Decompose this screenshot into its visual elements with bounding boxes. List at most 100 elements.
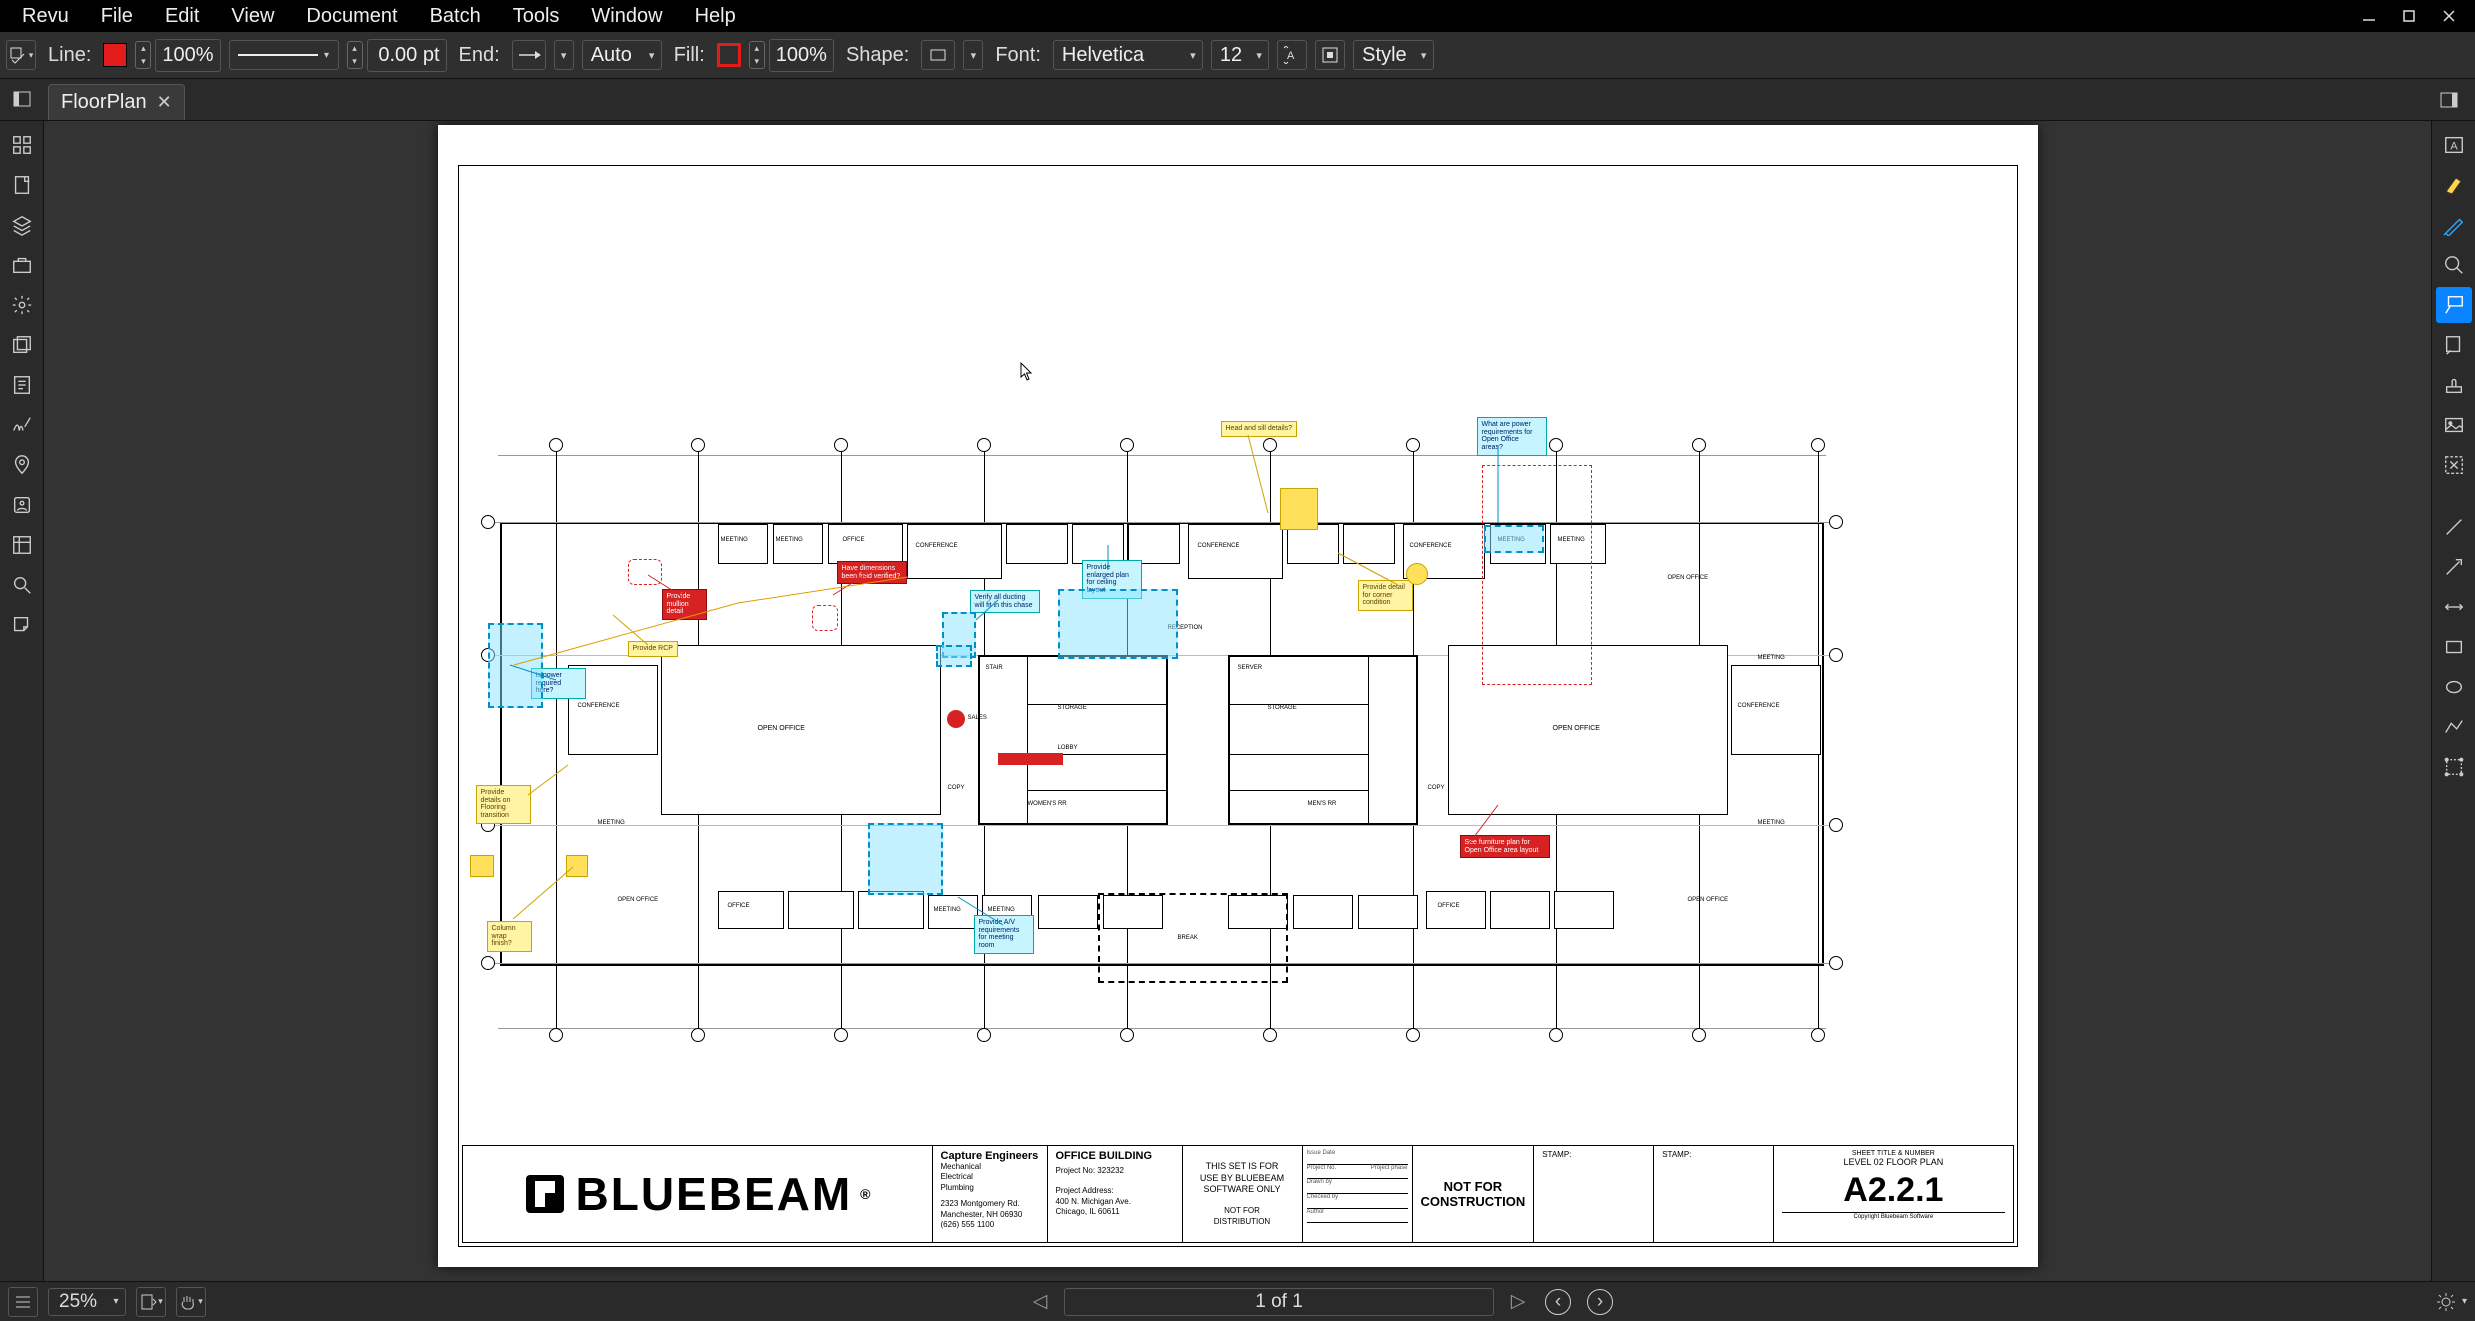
menu-batch[interactable]: Batch bbox=[414, 5, 497, 28]
places-icon[interactable] bbox=[4, 447, 40, 483]
pen-tool-icon[interactable] bbox=[2436, 207, 2472, 243]
shape-dropdown[interactable] bbox=[921, 40, 955, 70]
callout-flooring[interactable]: Provide details on Flooring transition bbox=[476, 785, 531, 824]
tab-close-icon[interactable]: ✕ bbox=[157, 92, 172, 113]
markup-red-cloud[interactable] bbox=[628, 559, 662, 585]
menu-help[interactable]: Help bbox=[679, 5, 752, 28]
forms-icon[interactable] bbox=[4, 367, 40, 403]
sets-icon[interactable] bbox=[4, 327, 40, 363]
document-tab[interactable]: FloorPlan ✕ bbox=[48, 84, 185, 120]
line-width-stepper[interactable]: ▴▾ 0.00 pt bbox=[347, 39, 447, 72]
arrow-tool-icon[interactable] bbox=[2436, 549, 2472, 585]
menu-view[interactable]: View bbox=[215, 5, 290, 28]
callout-power[interactable]: What are power requirements for Open Off… bbox=[1477, 417, 1547, 456]
markups-list-icon[interactable] bbox=[4, 607, 40, 643]
close-window-button[interactable] bbox=[2429, 0, 2469, 32]
fill-color-swatch[interactable] bbox=[717, 43, 741, 67]
callout-verify[interactable]: Verify all ducting will fit in this chas… bbox=[970, 590, 1040, 613]
layers-icon[interactable] bbox=[4, 207, 40, 243]
search-icon[interactable] bbox=[4, 567, 40, 603]
zoom-dropdown[interactable]: 25%▾ bbox=[48, 1288, 126, 1316]
markup-cyan-box[interactable] bbox=[1058, 589, 1178, 659]
stamp-tool-icon[interactable] bbox=[2436, 367, 2472, 403]
menu-document[interactable]: Document bbox=[290, 5, 413, 28]
text-align-button[interactable] bbox=[1315, 40, 1345, 70]
end-auto-dropdown[interactable]: Auto▾ bbox=[582, 40, 662, 70]
markup-yellow-box[interactable] bbox=[1280, 488, 1318, 530]
style-dropdown[interactable]: Style▾ bbox=[1353, 40, 1433, 70]
polygon-sketch-tool-icon[interactable] bbox=[2436, 749, 2472, 785]
font-name-dropdown[interactable]: Helvetica▾ bbox=[1053, 40, 1203, 70]
markup-red-dot[interactable] bbox=[947, 710, 965, 728]
menu-file[interactable]: File bbox=[85, 5, 149, 28]
left-panel-toggle[interactable] bbox=[0, 78, 44, 120]
first-page-button[interactable]: ◁ bbox=[1026, 1288, 1054, 1316]
callout-dims[interactable]: Have dimensions been field verified? bbox=[837, 561, 907, 584]
cloud-tool-icon[interactable] bbox=[2436, 247, 2472, 283]
markup-yellow-circle[interactable] bbox=[1406, 563, 1428, 585]
line-tool-icon[interactable] bbox=[2436, 509, 2472, 545]
prev-view-button[interactable]: ‹ bbox=[1545, 1289, 1571, 1315]
callout-mullion[interactable]: Provide mullion detail bbox=[662, 589, 707, 620]
callout-tool-icon[interactable] bbox=[2436, 287, 2472, 323]
menu-window[interactable]: Window bbox=[575, 5, 678, 28]
file-access-icon[interactable] bbox=[4, 167, 40, 203]
links-icon[interactable] bbox=[4, 527, 40, 563]
font-size-dropdown[interactable]: 12▾ bbox=[1211, 40, 1269, 70]
document-canvas[interactable]: MEETING MEETING OFFICE CONFERENCE CONFER… bbox=[44, 121, 2431, 1281]
markup-red-dashed[interactable] bbox=[1482, 465, 1592, 685]
shape-extra[interactable]: ▾ bbox=[963, 40, 983, 70]
menu-revu[interactable]: Revu bbox=[6, 5, 85, 28]
polyline-tool-icon[interactable] bbox=[2436, 709, 2472, 745]
markup-cyan-box[interactable] bbox=[868, 823, 943, 895]
line-color-swatch[interactable] bbox=[103, 43, 127, 67]
callout-furniture[interactable]: See furniture plan for Open Office area … bbox=[1460, 835, 1550, 858]
right-panel-toggle[interactable] bbox=[2427, 79, 2471, 121]
markup-cyan-box[interactable] bbox=[936, 645, 972, 667]
line-opacity-value[interactable]: 100% bbox=[155, 39, 220, 72]
signatures-icon[interactable] bbox=[4, 407, 40, 443]
menu-edit[interactable]: Edit bbox=[149, 5, 215, 28]
callout-corner[interactable]: Provide detail for corner condition bbox=[1358, 580, 1413, 611]
end-arrow-dropdown[interactable] bbox=[512, 40, 546, 70]
callout-column[interactable]: Column wrap finish? bbox=[487, 921, 532, 952]
rectangle-tool-icon[interactable] bbox=[2436, 629, 2472, 665]
studio-icon[interactable] bbox=[4, 487, 40, 523]
markup-cyan-box[interactable] bbox=[488, 623, 543, 708]
fit-page-button[interactable]: ▾ bbox=[136, 1287, 166, 1317]
line-style-dropdown[interactable]: ▾ bbox=[229, 40, 339, 70]
menu-tools[interactable]: Tools bbox=[497, 5, 576, 28]
dimension-tool-icon[interactable] bbox=[2436, 589, 2472, 625]
thumbnails-panel-icon[interactable] bbox=[4, 127, 40, 163]
bottom-panel-toggle[interactable] bbox=[8, 1287, 38, 1317]
ellipse-tool-icon[interactable] bbox=[2436, 669, 2472, 705]
next-view-button[interactable]: › bbox=[1587, 1289, 1613, 1315]
end-arrow-extra[interactable]: ▾ bbox=[554, 40, 574, 70]
page-indicator[interactable]: 1 of 1 bbox=[1064, 1288, 1494, 1316]
minimize-button[interactable] bbox=[2349, 0, 2389, 32]
properties-panel-icon[interactable] bbox=[4, 287, 40, 323]
markup-yellow-box[interactable] bbox=[566, 855, 588, 877]
markup-yellow-box[interactable] bbox=[470, 855, 494, 877]
last-page-button[interactable]: ▷ bbox=[1504, 1288, 1532, 1316]
callout-av[interactable]: Provide A/V requirements for meeting roo… bbox=[974, 915, 1034, 954]
markup-red-box[interactable] bbox=[998, 753, 1063, 765]
markup-red-cloud[interactable] bbox=[812, 605, 838, 631]
callout-head-sill[interactable]: Head and sill details? bbox=[1221, 421, 1298, 437]
highlight-tool-icon[interactable] bbox=[2436, 167, 2472, 203]
image-tool-icon[interactable] bbox=[2436, 407, 2472, 443]
line-opacity-stepper[interactable]: ▴▾ 100% bbox=[135, 39, 220, 72]
pan-tool-button[interactable]: ▾ bbox=[176, 1287, 206, 1317]
maximize-button[interactable] bbox=[2389, 0, 2429, 32]
toolchest-icon[interactable] bbox=[4, 247, 40, 283]
note-tool-icon[interactable] bbox=[2436, 327, 2472, 363]
fill-opacity-stepper[interactable]: ▴▾ 100% bbox=[749, 39, 834, 72]
selection-tool-dropdown[interactable]: ▾ bbox=[6, 40, 36, 70]
callout-rcp[interactable]: Provide RCP bbox=[628, 641, 678, 657]
snapshot-tool-icon[interactable] bbox=[2436, 447, 2472, 483]
fill-opacity-value[interactable]: 100% bbox=[769, 39, 834, 72]
dimmer-button[interactable]: ▾ bbox=[2436, 1292, 2467, 1312]
line-width-value[interactable]: 0.00 pt bbox=[367, 39, 447, 72]
text-autosize-button[interactable]: A bbox=[1277, 40, 1307, 70]
text-box-tool-icon[interactable]: A bbox=[2436, 127, 2472, 163]
